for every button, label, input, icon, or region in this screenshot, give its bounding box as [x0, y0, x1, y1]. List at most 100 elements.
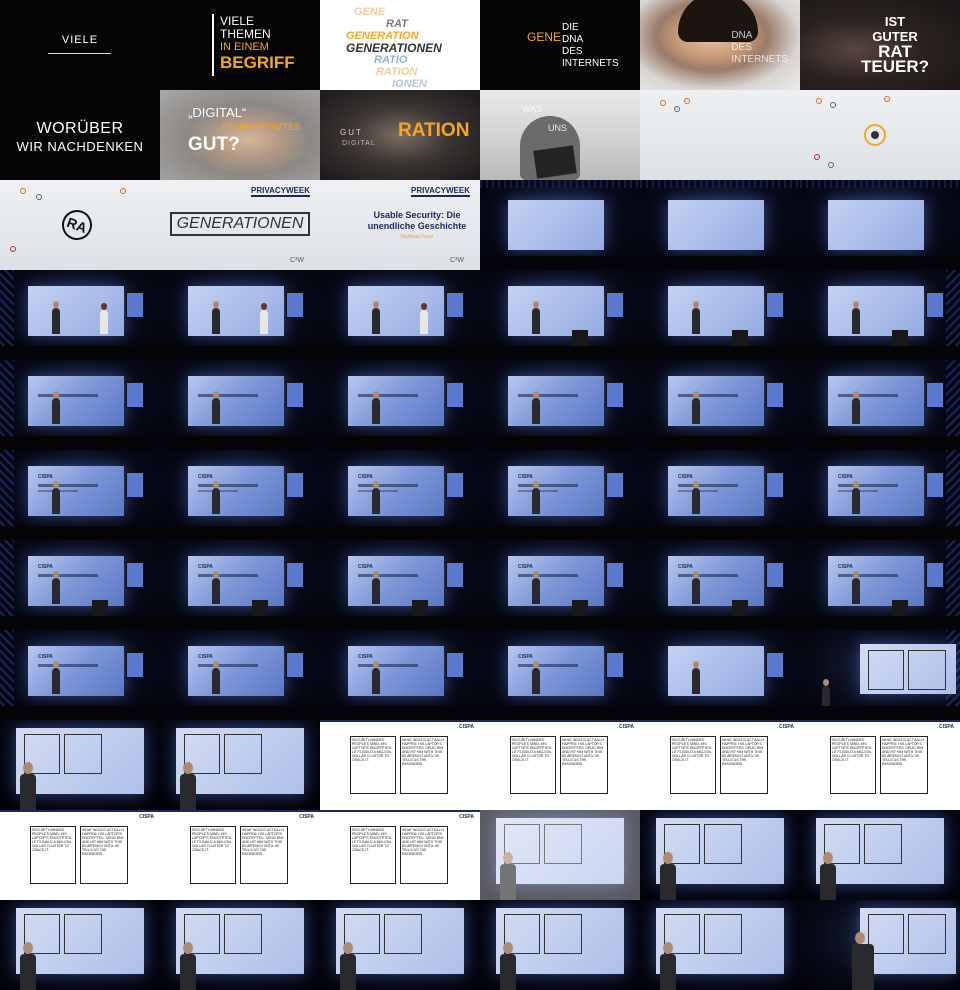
- dna-gene-word: GENE: [527, 30, 562, 44]
- comic-caption-right: WHAT WOULD ACTUALLY HAPPEN: HIS LAPTOP'S…: [882, 738, 925, 766]
- side-monitor: [286, 562, 304, 588]
- cispa-logo: CISPA: [619, 724, 634, 730]
- frame-stage-slide: [640, 630, 800, 720]
- speaker-figure: [852, 481, 860, 514]
- side-monitor: [606, 652, 624, 678]
- frame-stage-zoom: [320, 900, 480, 990]
- network-node: [884, 96, 890, 102]
- crossfade-overlay: [480, 810, 640, 900]
- projection-screen: CISPA: [28, 466, 124, 516]
- network-node: [828, 162, 834, 168]
- slide-title-line: [38, 394, 98, 397]
- side-monitor: [606, 562, 624, 588]
- frame-stage-talk: [160, 360, 320, 450]
- projection-screen: [508, 286, 604, 336]
- frame-stage-intro: [640, 270, 800, 360]
- projection-screen: [668, 376, 764, 426]
- speaker-figure: [532, 661, 540, 694]
- stage-backdrop: [160, 720, 320, 810]
- face-overlay-text: DNA DES INTERNETS: [731, 30, 788, 66]
- frame-stage-zoom: [800, 810, 960, 900]
- speaker-figure: [660, 942, 676, 990]
- truss-top: [800, 180, 960, 188]
- slide-logo: CISPA: [38, 474, 53, 480]
- frame-stage-slide: CISPA: [0, 450, 160, 540]
- stage-floor: [320, 706, 480, 720]
- slide-title-line: [838, 394, 898, 397]
- stage-floor: [480, 346, 640, 360]
- slide-title-line: [678, 484, 738, 487]
- host-figure: [260, 303, 268, 334]
- stage-floor: [320, 346, 480, 360]
- slide-top-bar: [320, 810, 480, 812]
- speaker-figure: [52, 301, 60, 334]
- speaker-figure: [372, 391, 380, 424]
- projection-screen: [828, 376, 924, 426]
- cispa-logo: CISPA: [939, 724, 954, 730]
- slide-top-bar: [160, 810, 320, 812]
- frame-comic-slide: CISPA SECURITY-MINDED PEOPLE'S MIND: HIS …: [160, 810, 320, 900]
- slide-title-line: [198, 394, 258, 397]
- frame-stage-title-3: [800, 180, 960, 270]
- speaker-figure: [212, 301, 220, 334]
- frame-stage-slide: CISPA: [0, 540, 160, 630]
- frame-stage-zoom: [160, 720, 320, 810]
- themen-text: VIELE THEMEN IN EINEM BEGRIFF: [220, 15, 295, 72]
- stage-backdrop: [480, 900, 640, 990]
- projection-screen: [668, 646, 764, 696]
- comic-slide: CISPA SECURITY-MINDED PEOPLE'S MIND: HIS …: [320, 810, 480, 900]
- projection-screen: CISPA: [348, 646, 444, 696]
- stage-floor: [640, 706, 800, 720]
- slide-top-bar: [640, 720, 800, 722]
- stage-backdrop: [800, 900, 960, 990]
- comic-slide: CISPA SECURITY-MINDED PEOPLE'S MIND: HIS …: [320, 720, 480, 810]
- talk-title: Usable Security: Die unendliche Geschich…: [367, 210, 467, 231]
- frame-network-1: [640, 90, 800, 180]
- frame-comic-slide: CISPA SECURITY-MINDED PEOPLE'S MIND: HIS …: [800, 720, 960, 810]
- gene-word-1: RAT: [386, 18, 408, 30]
- gene-word-5: RATION: [376, 66, 418, 78]
- side-monitor: [766, 562, 784, 588]
- frame-stage-intro: [0, 270, 160, 360]
- comic-caption-right: WHAT WOULD ACTUALLY HAPPEN: HIS LAPTOP'S…: [242, 828, 285, 856]
- stage-floor: [640, 616, 800, 630]
- slide-title-line: [358, 484, 418, 487]
- frame-gene-stack: GENE RAT GENERATION GENERATIONEN RATIO R…: [320, 0, 480, 90]
- slide-logo: CISPA: [38, 564, 53, 570]
- slide-logo: CISPA: [358, 564, 373, 570]
- digital-line-2: EIN BEGRENZTES: [222, 122, 301, 132]
- woruber-line-1: WORÜBER: [36, 120, 124, 137]
- frame-stage-zoom: [480, 900, 640, 990]
- frame-comic-slide: CISPA SECURITY-MINDED PEOPLE'S MIND: HIS …: [640, 720, 800, 810]
- side-monitor: [606, 382, 624, 408]
- frame-network-logo: [800, 90, 960, 180]
- slide-logo: CISPA: [678, 474, 693, 480]
- viele-underline: [48, 53, 111, 54]
- frame-stage-slide: CISPA: [320, 540, 480, 630]
- stage-floor: [800, 526, 960, 540]
- stage-floor: [320, 616, 480, 630]
- comic-caption-right: WHAT WOULD ACTUALLY HAPPEN: HIS LAPTOP'S…: [722, 738, 765, 766]
- slide-logo: CISPA: [358, 474, 373, 480]
- projection-screen: CISPA: [508, 556, 604, 606]
- digital-text: „DIGITAL“ EIN BEGRENZTES GUT?: [188, 106, 301, 155]
- gene-word-0: GENE: [354, 6, 386, 18]
- privacyweek-badge: PRIVACYWEEK: [411, 186, 470, 197]
- slide-title-line: [358, 574, 418, 577]
- frame-comic-slide: CISPA SECURITY-MINDED PEOPLE'S MIND: HIS …: [320, 720, 480, 810]
- side-monitor: [926, 382, 944, 408]
- cispa-logo: CISPA: [139, 814, 154, 820]
- speaker-figure: [692, 301, 700, 334]
- frame-stage-intro: [480, 270, 640, 360]
- speaker-figure: [212, 391, 220, 424]
- slide-title-line: [518, 664, 578, 667]
- gene-word-6: IONEN: [392, 78, 427, 90]
- slide-logo: CISPA: [358, 654, 373, 660]
- frame-comic-slide: CISPA SECURITY-MINDED PEOPLE'S MIND: HIS …: [0, 810, 160, 900]
- frame-ra-logo: RA: [0, 180, 160, 270]
- stage-floor: [160, 436, 320, 450]
- frame-stage-slide: CISPA: [480, 630, 640, 720]
- slide-logo: CISPA: [678, 564, 693, 570]
- frame-stage-intro: [320, 270, 480, 360]
- dna-line-4: INTERNETS: [562, 58, 619, 69]
